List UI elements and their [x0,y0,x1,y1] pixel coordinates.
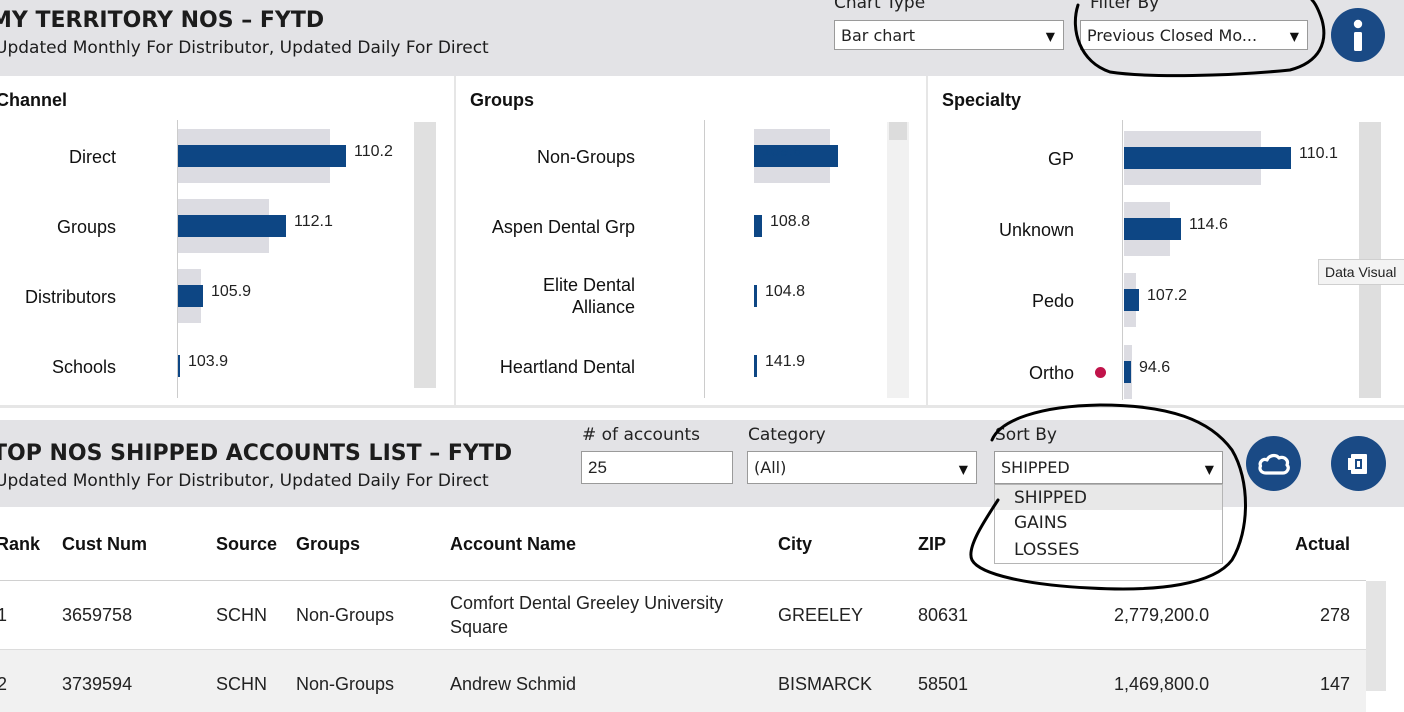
annotation-ink [969,0,1326,591]
